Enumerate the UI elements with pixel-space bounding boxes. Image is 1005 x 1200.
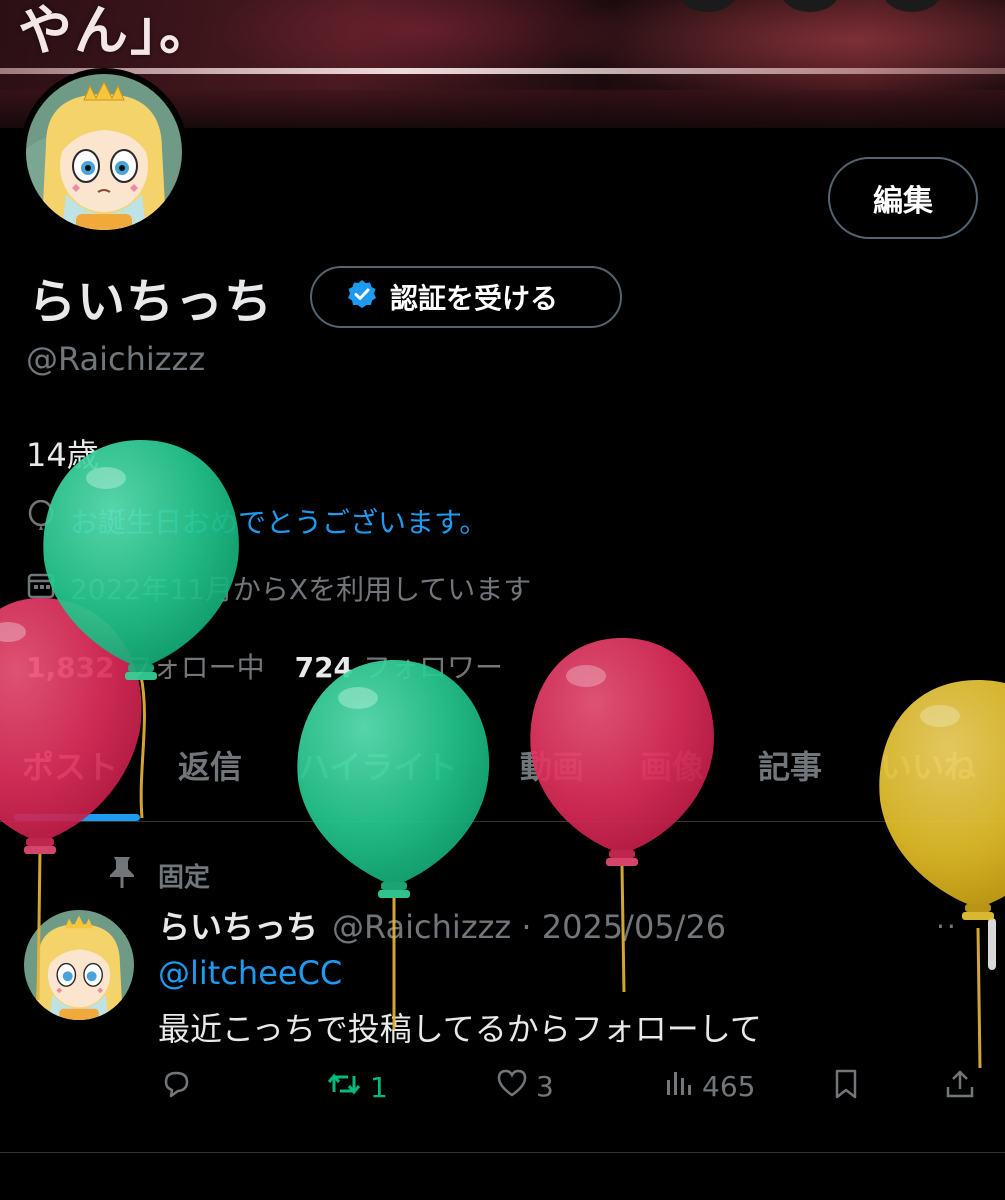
views-count: 465 [702,1070,756,1103]
profile-tabs: ポスト 返信 ハイライト 動画 画像 記事 いいね [0,732,1005,822]
post-author-name[interactable]: らいちっち [158,902,318,948]
repost-icon [326,1068,362,1107]
birthday-text[interactable]: お誕生日おめでとうございます。 [70,501,487,541]
post-header: らいちっち @Raichizzz · 2025/05/26 [158,902,726,948]
pinned-indicator: 固定 [108,855,210,896]
active-tab-indicator [14,814,140,821]
joined-row: 2022年11月からXを利用しています [26,568,531,608]
tab-replies[interactable]: 返信 [178,742,242,788]
post-mention[interactable]: @litcheeCC [158,954,342,992]
tab-articles[interactable]: 記事 [758,742,822,788]
like-count: 3 [536,1070,554,1103]
like-button[interactable]: 3 [496,1068,554,1105]
views-icon [664,1068,694,1105]
banner-text: やん」。 [18,0,215,62]
joined-date-text: 2022年11月からXを利用しています [70,573,532,606]
verified-badge-icon [346,278,378,317]
birthday-row: お誕生日おめでとうございます。 [26,499,487,541]
display-name: らいちっち [28,274,274,330]
avatar[interactable] [26,74,182,230]
views-button[interactable]: 465 [664,1068,755,1105]
get-verified-label: 認証を受ける [390,282,559,315]
following-link[interactable]: 1,832 フォロー中 [26,646,265,686]
bookmark-button[interactable] [832,1068,860,1107]
get-verified-button[interactable]: 認証を受ける [310,266,622,328]
post-divider [0,1152,1005,1153]
edit-profile-button[interactable]: 編集 [828,157,978,239]
tab-photos[interactable]: 画像 [640,742,704,788]
pin-icon [108,855,136,896]
post-author-meta[interactable]: @Raichizzz · 2025/05/26 [332,908,726,946]
follow-stats: 1,832 フォロー中 724 フォロワー [26,646,503,686]
calendar-icon [26,570,56,607]
share-icon [944,1068,976,1107]
banner-overlay-button[interactable] [680,0,736,12]
reply-button[interactable] [160,1068,192,1107]
username-handle: @Raichizzz [26,340,206,378]
bookmark-icon [832,1068,860,1107]
banner-overlay-button[interactable] [884,0,940,12]
tab-videos[interactable]: 動画 [520,742,584,788]
share-button[interactable] [944,1068,976,1107]
balloon-icon [26,499,56,541]
repost-count: 1 [370,1071,388,1104]
profile-bio: 14歳 [26,436,99,474]
tab-likes[interactable]: いいね [880,742,976,788]
tab-highlights[interactable]: ハイライト [298,742,457,788]
scrollbar-thumb[interactable] [988,918,996,970]
banner-overlay-button[interactable] [782,0,838,12]
followers-link[interactable]: 724 フォロワー [295,646,503,686]
post-author-avatar[interactable] [24,910,134,1020]
post-text: 最近こっちで投稿してるからフォローして [158,1010,762,1048]
more-icon[interactable]: ·· [936,910,958,943]
heart-icon [496,1068,528,1105]
tab-posts[interactable]: ポスト [22,742,118,788]
reply-icon [160,1068,192,1107]
repost-button[interactable]: 1 [326,1068,388,1107]
tabs-divider [0,821,1005,822]
pinned-label: 固定 [158,863,211,893]
